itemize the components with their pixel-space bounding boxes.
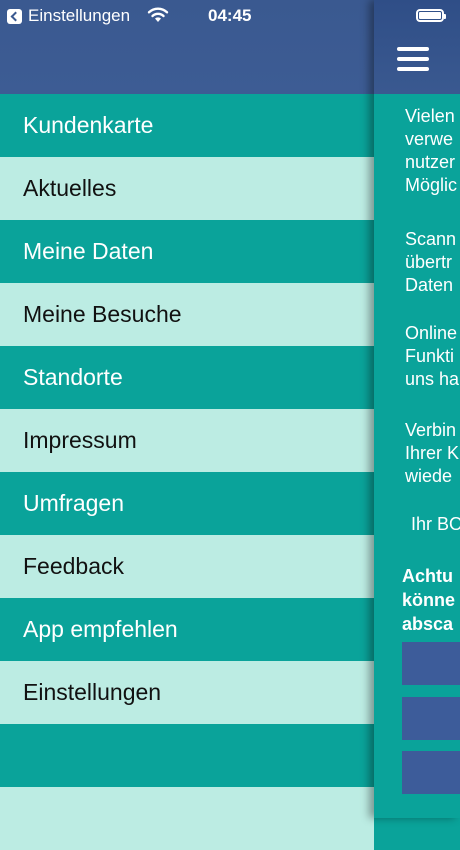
menu-item-meine-daten[interactable]: Meine Daten <box>0 220 374 283</box>
menu-item-einstellungen[interactable]: Einstellungen <box>0 661 374 724</box>
side-drawer: Kundenkarte Aktuelles Meine Daten Meine … <box>0 0 374 850</box>
menu-item-aktuelles[interactable]: Aktuelles <box>0 157 374 220</box>
back-arrow-icon[interactable] <box>7 9 22 24</box>
menu-item-kundenkarte[interactable]: Kundenkarte <box>0 94 374 157</box>
menu-item-empty <box>0 724 374 787</box>
menu-item-umfragen[interactable]: Umfragen <box>0 472 374 535</box>
hamburger-menu-icon[interactable] <box>397 47 429 71</box>
back-to-app-label[interactable]: Einstellungen <box>28 6 130 26</box>
action-button[interactable] <box>402 751 460 794</box>
wifi-icon <box>147 7 169 22</box>
action-button[interactable] <box>402 642 460 685</box>
menu-item-standorte[interactable]: Standorte <box>0 346 374 409</box>
status-bar: Einstellungen 04:45 <box>0 0 460 34</box>
action-button[interactable] <box>402 697 460 740</box>
menu-item-meine-besuche[interactable]: Meine Besuche <box>0 283 374 346</box>
drawer-menu: Kundenkarte Aktuelles Meine Daten Meine … <box>0 94 374 850</box>
menu-item-empty <box>0 787 374 850</box>
main-content-panel: Vielen verwe nutzer Möglic Scann übertr … <box>374 0 460 818</box>
connect-paragraph: Verbin Ihrer K wiede <box>405 420 460 486</box>
warning-text: Achtu könne absca <box>402 566 456 634</box>
online-paragraph: Online Funkti uns ha <box>405 323 460 389</box>
menu-item-app-empfehlen[interactable]: App empfehlen <box>0 598 374 661</box>
battery-icon <box>416 9 446 22</box>
scan-paragraph: Scann übertr Daten <box>405 229 457 295</box>
intro-paragraph: Vielen verwe nutzer Möglic <box>405 106 458 195</box>
signoff-text: Ihr BO <box>411 514 460 534</box>
menu-item-impressum[interactable]: Impressum <box>0 409 374 472</box>
menu-item-feedback[interactable]: Feedback <box>0 535 374 598</box>
status-time: 04:45 <box>208 6 252 25</box>
